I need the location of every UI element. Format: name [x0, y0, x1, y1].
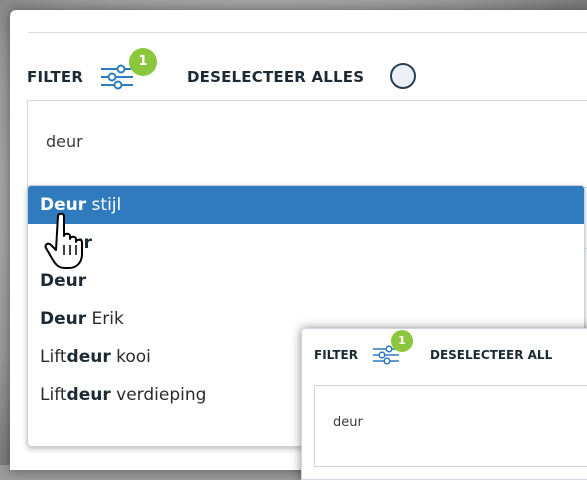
inset-search-input[interactable] — [333, 415, 533, 430]
option-match: Deur — [40, 271, 87, 291]
option-match: Deur — [40, 309, 87, 329]
option-prefix: Lift — [40, 385, 67, 405]
hand-pointer-cursor-icon — [44, 212, 83, 269]
option-deur-stijl[interactable]: Deur stijl — [28, 186, 584, 224]
top-divider — [28, 32, 587, 33]
inset-filter-count-badge: 1 — [391, 330, 413, 352]
option-rest: Erik — [86, 309, 124, 329]
inset-search-box — [314, 385, 587, 467]
search-box — [27, 100, 587, 188]
inset-filter-label: FILTER — [314, 348, 358, 362]
filter-count-badge: 1 — [129, 48, 157, 76]
option-prefix: Lift — [40, 347, 67, 367]
filter-toolbar: FILTER 1 DESELECTEER ALLES — [27, 48, 587, 94]
option-rest: verdieping — [110, 385, 207, 405]
inset-filter-panel: FILTER 1 DESELECTEER ALL — [301, 328, 587, 480]
option-deur-3[interactable]: Deur — [28, 262, 584, 300]
option-rest: stijl — [86, 195, 122, 215]
filter-label: FILTER — [27, 68, 84, 86]
option-deur-2[interactable]: eur — [28, 224, 584, 262]
inset-deselect-all-label[interactable]: DESELECTEER ALL — [430, 348, 552, 362]
search-input[interactable] — [46, 132, 346, 151]
deselect-all-label[interactable]: DESELECTEER ALLES — [187, 68, 364, 86]
deselect-all-toggle[interactable] — [390, 63, 416, 89]
option-rest: kooi — [110, 347, 151, 367]
option-match: deur — [66, 347, 111, 367]
option-match: deur — [66, 385, 111, 405]
